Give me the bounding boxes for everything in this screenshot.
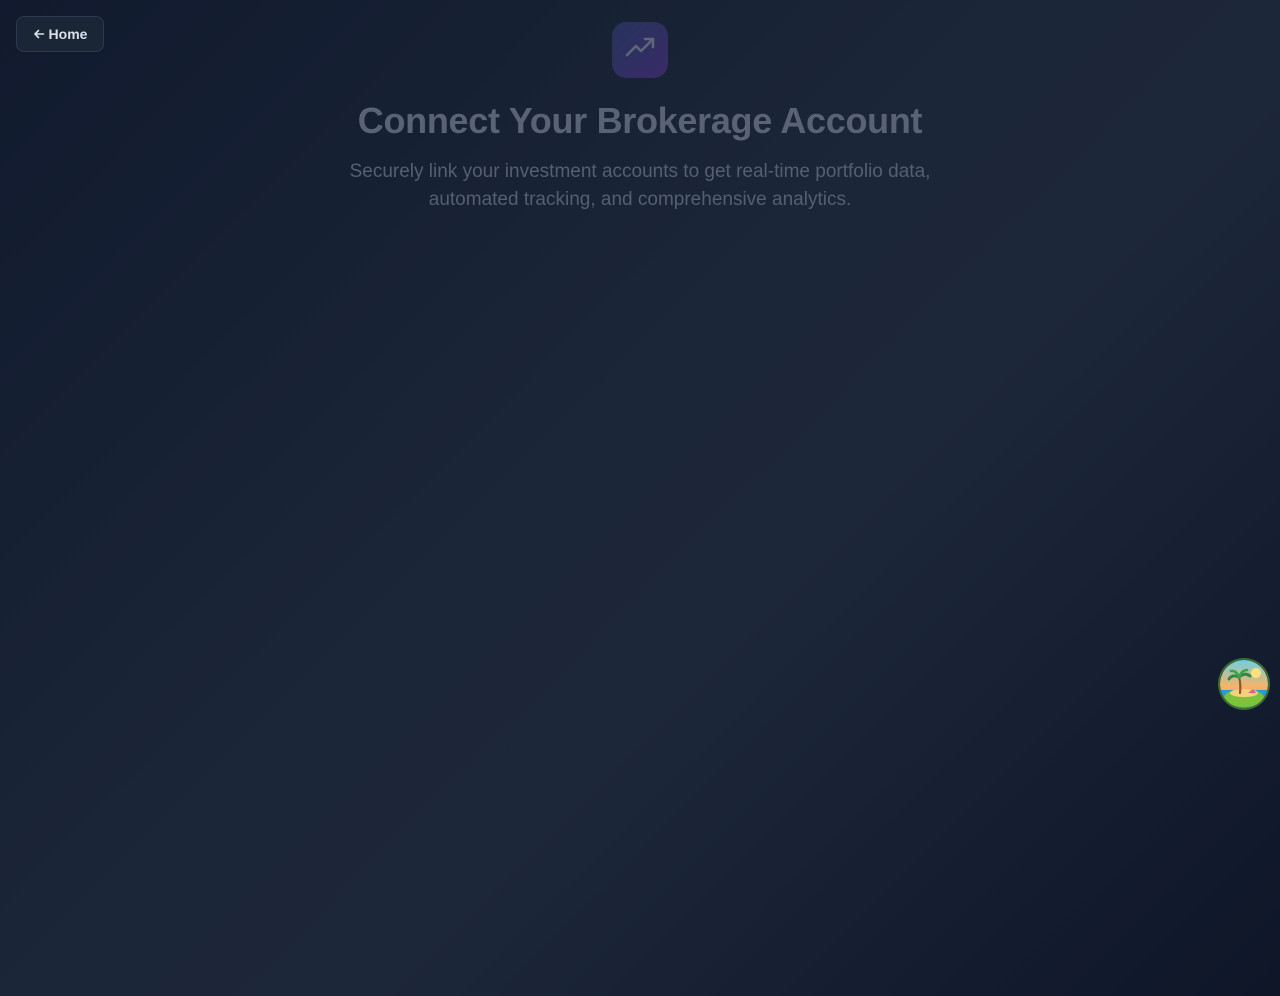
home-button-label: Home [48,26,88,42]
assistant-avatar-button[interactable] [1220,660,1268,708]
brand-logo [612,22,668,78]
page-title: Connect Your Brokerage Account [357,100,923,141]
page-subtitle: Securely link your investment accounts t… [349,161,931,210]
arrow-left-icon [33,28,45,40]
trending-up-icon [624,32,656,69]
home-button[interactable]: Home [16,16,104,52]
tropical-island-avatar-icon [1220,660,1268,708]
